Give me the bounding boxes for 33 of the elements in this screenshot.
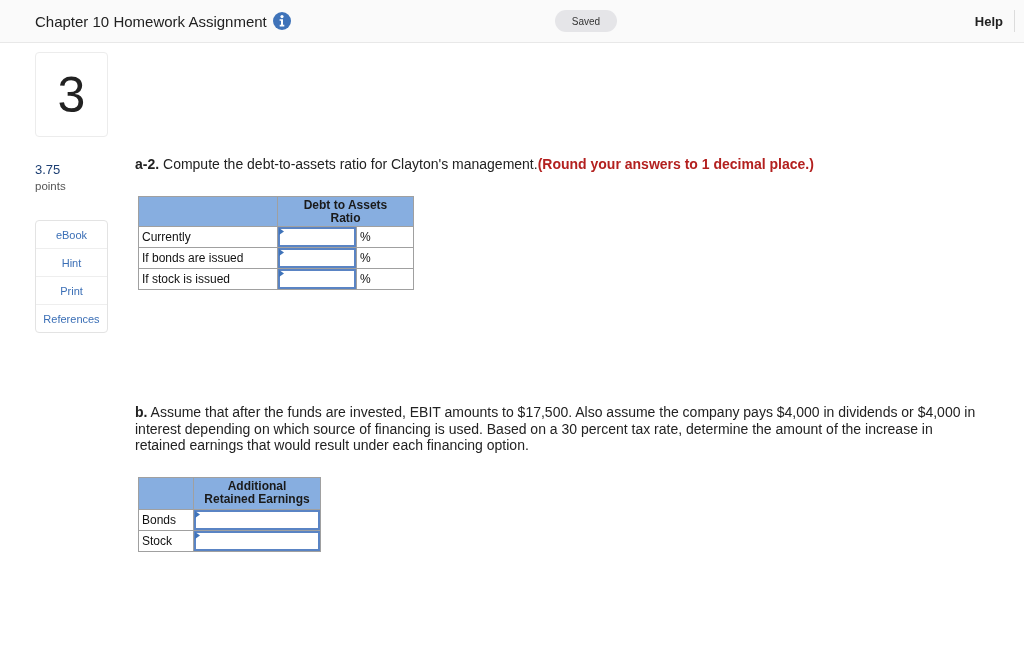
corner-marker-icon	[279, 270, 284, 277]
corner-marker-icon	[279, 249, 284, 256]
question-prompt: a-2. Compute the debt-to-assets ratio for Clayton's management.	[135, 156, 538, 172]
table-header-cell	[138, 477, 194, 509]
answer-field[interactable]	[278, 248, 356, 268]
column-header: Debt to Assets Ratio	[277, 196, 414, 227]
unit-cell: %	[356, 247, 414, 269]
row-label-cell: If stock is issued	[138, 268, 278, 290]
side-tool-link[interactable]: References	[36, 305, 107, 332]
answer-field[interactable]	[278, 227, 356, 247]
assignment-title: Chapter 10 Homework Assignment	[35, 12, 267, 30]
unit-cell: %	[356, 268, 414, 290]
answer-field[interactable]	[278, 269, 356, 289]
question-text: b. Assume that after the funds are invested, EBIT amounts to $17,500. Also assume the company pays $4,000 in dividends or $4,000 in interest depending on which source of financing is used. Based on a 30 percent tax rate, determine the amount of the increase in retained earnings that would result under each financing option.	[135, 404, 977, 454]
corner-marker-icon	[195, 531, 200, 539]
row-label-cell: Stock	[138, 530, 194, 551]
help-link[interactable]: Help	[974, 13, 1003, 29]
points-value: 3.75	[35, 162, 62, 178]
rounding-instruction: (Round your answers to 1 decimal place.)	[537, 156, 814, 172]
corner-marker-icon	[279, 228, 284, 235]
points-label: points	[35, 179, 67, 194]
info-icon[interactable]	[272, 12, 291, 30]
save-status-pill: Saved	[555, 10, 617, 32]
side-tool-link[interactable]: Print	[36, 277, 107, 305]
row-label-cell: Bonds	[138, 509, 194, 530]
unit-cell: %	[356, 226, 414, 248]
corner-marker-icon	[195, 510, 200, 518]
row-label-cell: If bonds are issued	[138, 247, 278, 269]
column-header: Additional Retained Earnings	[193, 477, 321, 509]
side-tool-link[interactable]: Hint	[36, 249, 107, 277]
side-tool-link[interactable]: eBook	[36, 221, 107, 249]
question-number-tile: 3	[35, 52, 108, 137]
row-label-cell: Currently	[138, 226, 278, 248]
